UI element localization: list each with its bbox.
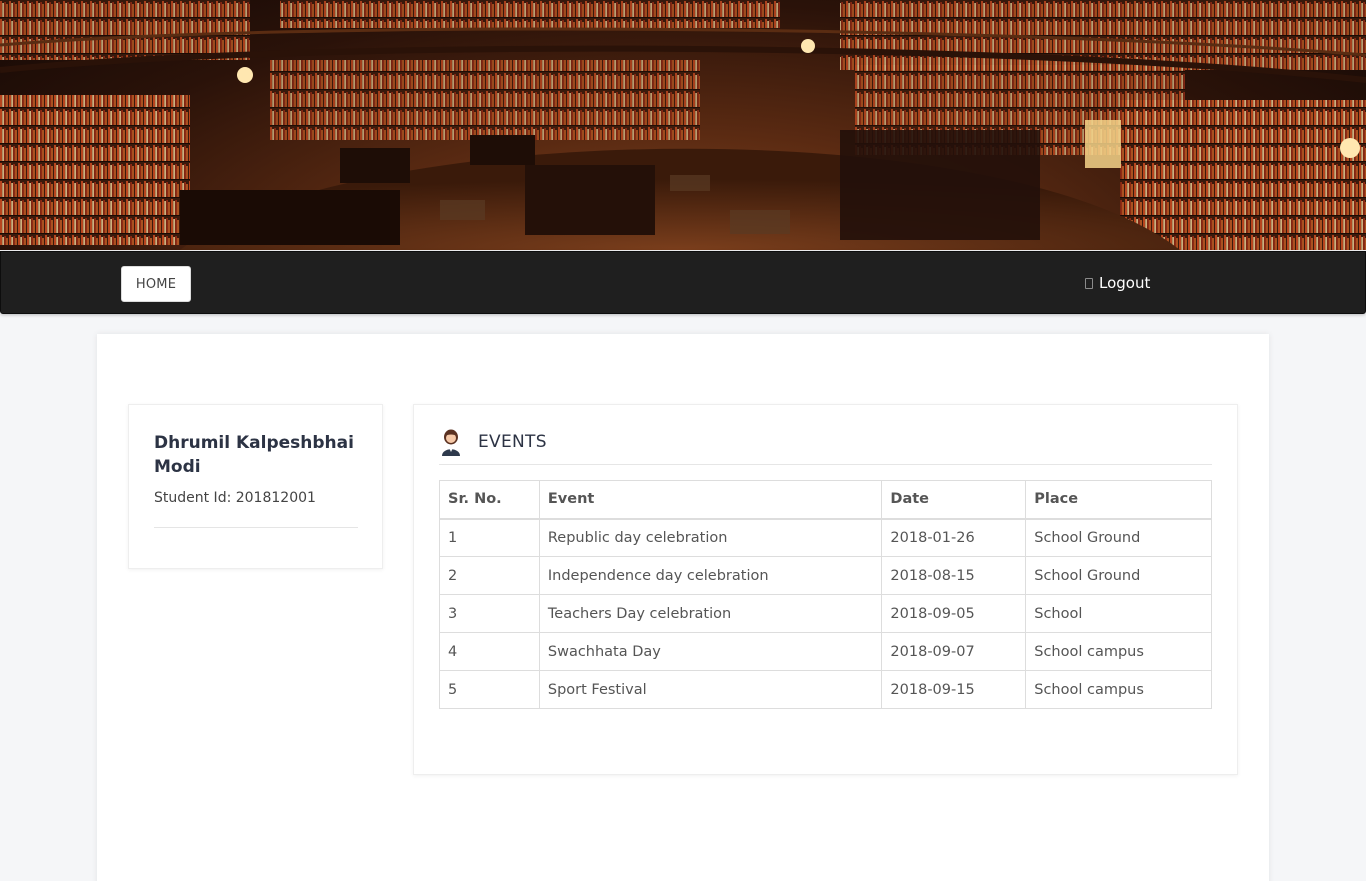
- cell-sr-no: 5: [439, 670, 540, 709]
- events-header: EVENTS: [439, 425, 1212, 465]
- cell-sr-no: 3: [439, 594, 540, 633]
- divider: [154, 527, 358, 528]
- cell-date: 2018-09-05: [881, 594, 1027, 633]
- events-card: EVENTS Sr. No. Event Date Place 1 Republ…: [413, 404, 1238, 775]
- profile-card: Dhrumil Kalpeshbhai Modi Student Id: 201…: [128, 404, 383, 569]
- cell-date: 2018-01-26: [881, 518, 1027, 557]
- events-table: Sr. No. Event Date Place 1 Republic day …: [439, 480, 1212, 709]
- student-avatar-icon: [442, 429, 460, 456]
- cell-place: School campus: [1025, 632, 1212, 671]
- table-row: 4 Swachhata Day 2018-09-07 School campus: [439, 632, 1212, 671]
- main-container: Dhrumil Kalpeshbhai Modi Student Id: 201…: [97, 334, 1269, 881]
- student-name: Dhrumil Kalpeshbhai Modi: [154, 433, 354, 477]
- cell-place: School campus: [1025, 670, 1212, 709]
- library-banner-image: [0, 0, 1366, 250]
- logout-label: Logout: [1099, 274, 1151, 292]
- cell-place: School Ground: [1025, 556, 1212, 595]
- cell-place: School Ground: [1025, 518, 1212, 557]
- logout-link[interactable]: Logout: [1085, 271, 1150, 295]
- cell-date: 2018-09-07: [881, 632, 1027, 671]
- cell-event: Republic day celebration: [538, 518, 883, 557]
- table-row: 1 Republic day celebration 2018-01-26 Sc…: [439, 518, 1212, 557]
- events-title: EVENTS: [478, 431, 547, 452]
- column-header-place: Place: [1025, 480, 1212, 520]
- home-button[interactable]: HOME: [121, 266, 191, 302]
- cell-date: 2018-09-15: [881, 670, 1027, 709]
- table-row: 5 Sport Festival 2018-09-15 School campu…: [439, 670, 1212, 709]
- cell-event: Teachers Day celebration: [538, 594, 883, 633]
- column-header-date: Date: [881, 480, 1027, 520]
- cell-sr-no: 1: [439, 518, 540, 557]
- cell-event: Swachhata Day: [538, 632, 883, 671]
- column-header-event: Event: [538, 480, 883, 520]
- cell-place: School: [1025, 594, 1212, 633]
- cell-sr-no: 2: [439, 556, 540, 595]
- top-navbar: HOME Logout: [0, 251, 1366, 314]
- table-row: 3 Teachers Day celebration 2018-09-05 Sc…: [439, 594, 1212, 633]
- table-header-row: Sr. No. Event Date Place: [439, 480, 1212, 520]
- student-id: Student Id: 201812001: [154, 490, 316, 506]
- cell-event: Sport Festival: [538, 670, 883, 709]
- table-row: 2 Independence day celebration 2018-08-1…: [439, 556, 1212, 595]
- column-header-sr-no: Sr. No.: [439, 480, 540, 520]
- cell-date: 2018-08-15: [881, 556, 1027, 595]
- logout-icon: [1085, 277, 1093, 289]
- cell-sr-no: 4: [439, 632, 540, 671]
- library-banner-illustration: [0, 0, 1366, 250]
- cell-event: Independence day celebration: [538, 556, 883, 595]
